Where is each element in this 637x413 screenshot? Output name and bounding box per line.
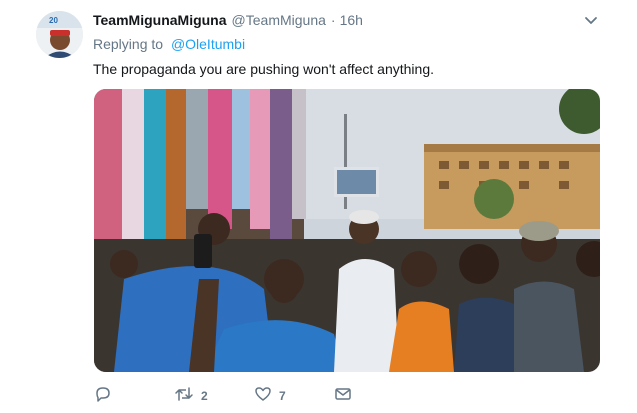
replying-to-handle[interactable]: @OleItumbi <box>171 36 245 52</box>
like-button[interactable]: 7 <box>254 385 286 408</box>
reply-icon <box>94 385 112 408</box>
tweet-text: The propaganda you are pushing won't aff… <box>93 61 434 77</box>
tweet-header: TeamMigunaMiguna @TeamMiguna · 16h <box>93 11 363 29</box>
tweet-photo[interactable] <box>94 89 600 372</box>
user-handle[interactable]: @TeamMiguna <box>232 12 326 28</box>
retweet-icon <box>174 385 194 408</box>
separator-dot: · <box>330 12 336 28</box>
chevron-down-icon[interactable] <box>582 12 600 30</box>
like-count: 7 <box>279 389 286 403</box>
avatar-badge-text: 20 <box>49 16 58 25</box>
heart-icon <box>254 385 272 408</box>
direct-message-button[interactable] <box>334 387 352 405</box>
replying-to-label: Replying to <box>93 36 164 52</box>
avatar[interactable]: 20 <box>36 11 83 58</box>
envelope-icon <box>334 385 352 408</box>
display-name[interactable]: TeamMigunaMiguna <box>93 12 227 28</box>
action-bar: 2 7 <box>94 385 494 408</box>
reply-button[interactable] <box>94 385 112 408</box>
retweet-button[interactable]: 2 <box>174 385 208 408</box>
replying-to: Replying to @OleItumbi <box>93 36 245 52</box>
timestamp[interactable]: 16h <box>340 12 363 28</box>
retweet-count: 2 <box>201 389 208 403</box>
